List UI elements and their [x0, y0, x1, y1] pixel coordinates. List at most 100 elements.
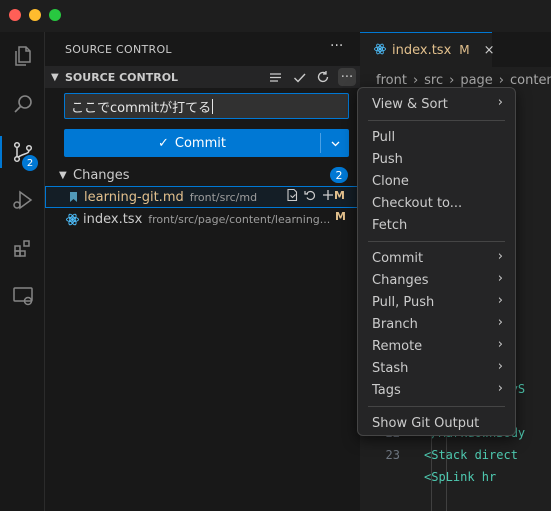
tab-modified-indicator: M: [459, 43, 470, 57]
chevron-right-icon: ›: [497, 315, 503, 330]
breadcrumb-separator-icon: ›: [412, 72, 419, 88]
menu-separator: [368, 406, 505, 407]
maximize-window-button[interactable]: [49, 9, 61, 21]
file-path: front/src/md: [189, 190, 258, 204]
changes-label: Changes: [73, 167, 130, 183]
more-actions-icon[interactable]: ···: [338, 68, 356, 86]
commit-dropdown-button[interactable]: [321, 129, 349, 157]
file-path: front/src/page/content/learning...: [148, 212, 331, 226]
menu-item-branch[interactable]: Branch ›: [362, 313, 511, 335]
chevron-right-icon: ›: [497, 249, 503, 264]
menu-item-label: Clone: [372, 173, 409, 189]
file-name: index.tsx: [83, 211, 143, 227]
chevron-down-icon: [331, 141, 339, 146]
commit-check-icon[interactable]: [290, 68, 308, 86]
menu-item-label: Pull, Push: [372, 294, 435, 310]
commit-message-text: ここでcommitが打てる: [71, 100, 212, 116]
chevron-right-icon: ›: [497, 95, 503, 110]
chevron-right-icon: ›: [497, 271, 503, 286]
menu-item-show-git-output[interactable]: Show Git Output: [362, 412, 511, 434]
changes-group-header[interactable]: ▼ Changes 2: [45, 164, 360, 186]
commit-button[interactable]: ✓ Commit: [64, 129, 320, 157]
activity-bar: 2: [0, 32, 45, 511]
react-file-icon: [374, 43, 386, 58]
remote-explorer-icon[interactable]: [0, 276, 45, 316]
file-status-modified: M: [335, 210, 346, 223]
menu-item-checkout-to[interactable]: Checkout to...: [362, 192, 511, 214]
section-label: SOURCE CONTROL: [65, 70, 179, 84]
open-file-icon[interactable]: [285, 188, 299, 206]
sidebar-title: SOURCE CONTROL: [65, 43, 172, 56]
menu-item-label: Checkout to...: [372, 195, 463, 211]
commit-message-input[interactable]: ここでcommitが打てる: [64, 93, 349, 119]
search-icon[interactable]: [0, 84, 45, 124]
editor-tab-bar: index.tsx M ×: [360, 32, 551, 67]
tab-index-tsx[interactable]: index.tsx M ×: [360, 32, 495, 67]
code-text: <SpLink hr: [424, 470, 497, 484]
menu-item-label: Pull: [372, 129, 396, 145]
minimize-window-button[interactable]: [29, 9, 41, 21]
explorer-icon[interactable]: [0, 36, 45, 76]
chevron-down-icon: ▼: [59, 169, 67, 181]
menu-item-label: Stash: [372, 360, 409, 376]
extensions-icon[interactable]: [0, 228, 45, 268]
menu-item-pull[interactable]: Pull: [362, 126, 511, 148]
markdown-file-icon: [66, 190, 80, 204]
chevron-right-icon: ›: [497, 337, 503, 352]
menu-item-label: Fetch: [372, 217, 408, 233]
list-view-icon[interactable]: [266, 68, 284, 86]
changed-file-row[interactable]: index.tsx front/src/page/content/learnin…: [45, 208, 360, 230]
menu-item-push[interactable]: Push: [362, 148, 511, 170]
changed-file-row[interactable]: learning-git.md front/src/md M: [45, 186, 360, 208]
breadcrumb-item[interactable]: page: [460, 73, 492, 88]
title-bar: [0, 0, 551, 32]
run-debug-icon[interactable]: [0, 180, 45, 220]
discard-changes-icon[interactable]: [303, 188, 317, 206]
menu-item-label: Show Git Output: [372, 415, 480, 431]
menu-item-clone[interactable]: Clone: [362, 170, 511, 192]
sidebar-more-icon[interactable]: ···: [330, 38, 343, 54]
source-control-badge: 2: [22, 155, 38, 171]
close-icon[interactable]: ×: [484, 43, 495, 58]
breadcrumb-item[interactable]: front: [376, 73, 407, 88]
menu-item-fetch[interactable]: Fetch: [362, 214, 511, 236]
chevron-down-icon: ▼: [51, 71, 59, 83]
chevron-right-icon: ›: [497, 359, 503, 374]
menu-item-commit[interactable]: Commit ›: [362, 247, 511, 269]
menu-item-pull-push[interactable]: Pull, Push ›: [362, 291, 511, 313]
breadcrumb-separator-icon: ›: [498, 72, 504, 88]
file-status-modified: M: [334, 189, 345, 202]
code-line: <SpLink hr: [360, 468, 496, 486]
menu-separator: [368, 120, 505, 121]
chevron-right-icon: ›: [497, 381, 503, 396]
menu-item-view-sort[interactable]: View & Sort ›: [362, 93, 511, 115]
menu-item-label: Tags: [372, 382, 401, 398]
menu-item-stash[interactable]: Stash ›: [362, 357, 511, 379]
check-icon: ✓: [158, 135, 169, 151]
text-caret: [212, 98, 214, 114]
menu-item-label: Push: [372, 151, 403, 167]
file-name: learning-git.md: [84, 189, 184, 205]
tab-label: index.tsx: [392, 42, 452, 58]
code-text: <Stack direct: [424, 448, 518, 462]
chevron-right-icon: ›: [497, 293, 503, 308]
stage-changes-icon[interactable]: [321, 188, 335, 206]
source-control-icon[interactable]: 2: [0, 132, 45, 172]
menu-item-remote[interactable]: Remote ›: [362, 335, 511, 357]
menu-item-changes[interactable]: Changes ›: [362, 269, 511, 291]
close-window-button[interactable]: [9, 9, 21, 21]
source-control-section-header[interactable]: ▼ SOURCE CONTROL ···: [45, 66, 360, 88]
code-line: 23 <Stack direct: [360, 446, 518, 464]
menu-item-label: Branch: [372, 316, 418, 332]
menu-item-label: Changes: [372, 272, 429, 288]
breadcrumb-item[interactable]: src: [424, 73, 443, 88]
refresh-icon[interactable]: [314, 68, 332, 86]
commit-button-group: ✓ Commit: [64, 129, 349, 157]
react-file-icon: [65, 212, 79, 226]
commit-button-label: Commit: [174, 135, 226, 151]
line-number: 23: [385, 448, 400, 462]
menu-item-tags[interactable]: Tags ›: [362, 379, 511, 401]
source-control-sidebar: SOURCE CONTROL ··· ▼ SOURCE CONTROL ··· …: [45, 32, 360, 511]
breadcrumb-item[interactable]: content: [510, 73, 551, 88]
source-control-more-actions-menu: View & Sort › Pull Push Clone Checkout to... F…: [357, 87, 516, 436]
